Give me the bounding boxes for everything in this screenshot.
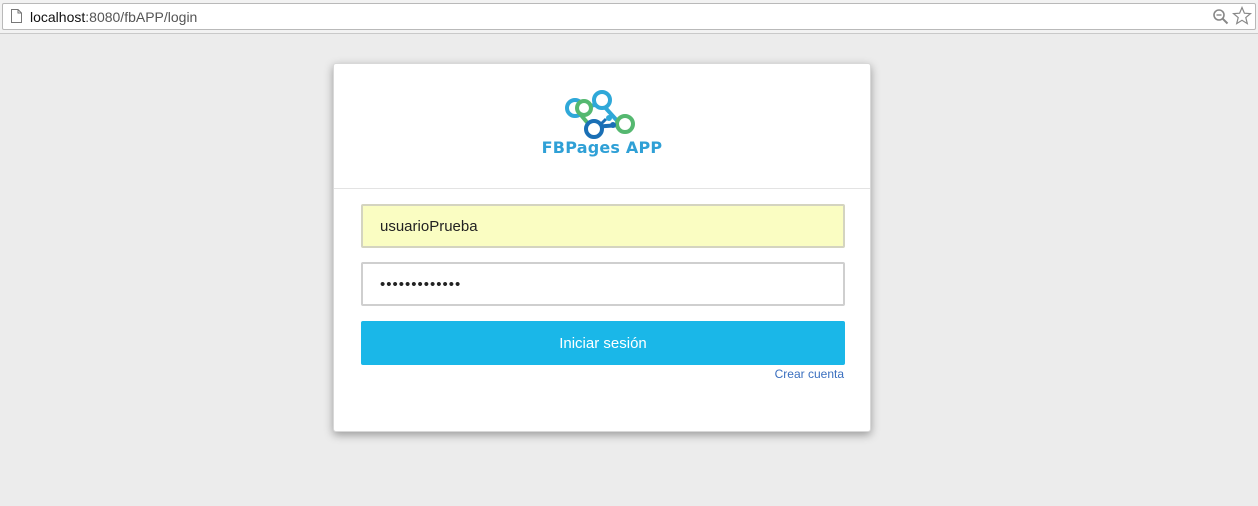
create-account-link[interactable]: Crear cuenta <box>775 367 844 381</box>
login-card: FBPages APP Iniciar sesión Crear cuenta <box>333 63 871 432</box>
username-input[interactable] <box>361 204 845 248</box>
browser-toolbar: localhost:8080/fbAPP/login <box>0 0 1258 34</box>
password-input[interactable] <box>361 262 845 306</box>
address-bar[interactable]: localhost:8080/fbAPP/login <box>2 3 1256 30</box>
url-path: :8080/fbAPP/login <box>85 9 198 25</box>
zoom-icon[interactable] <box>1212 8 1229 25</box>
url-text[interactable]: localhost:8080/fbAPP/login <box>30 9 197 25</box>
login-button[interactable]: Iniciar sesión <box>361 321 845 365</box>
app-logo-icon <box>565 90 635 139</box>
page-icon <box>11 9 22 23</box>
card-header: FBPages APP <box>334 64 870 189</box>
bookmark-star-icon[interactable] <box>1232 6 1252 26</box>
app-logo-text: FBPages APP <box>541 138 663 157</box>
url-host: localhost <box>30 9 86 25</box>
